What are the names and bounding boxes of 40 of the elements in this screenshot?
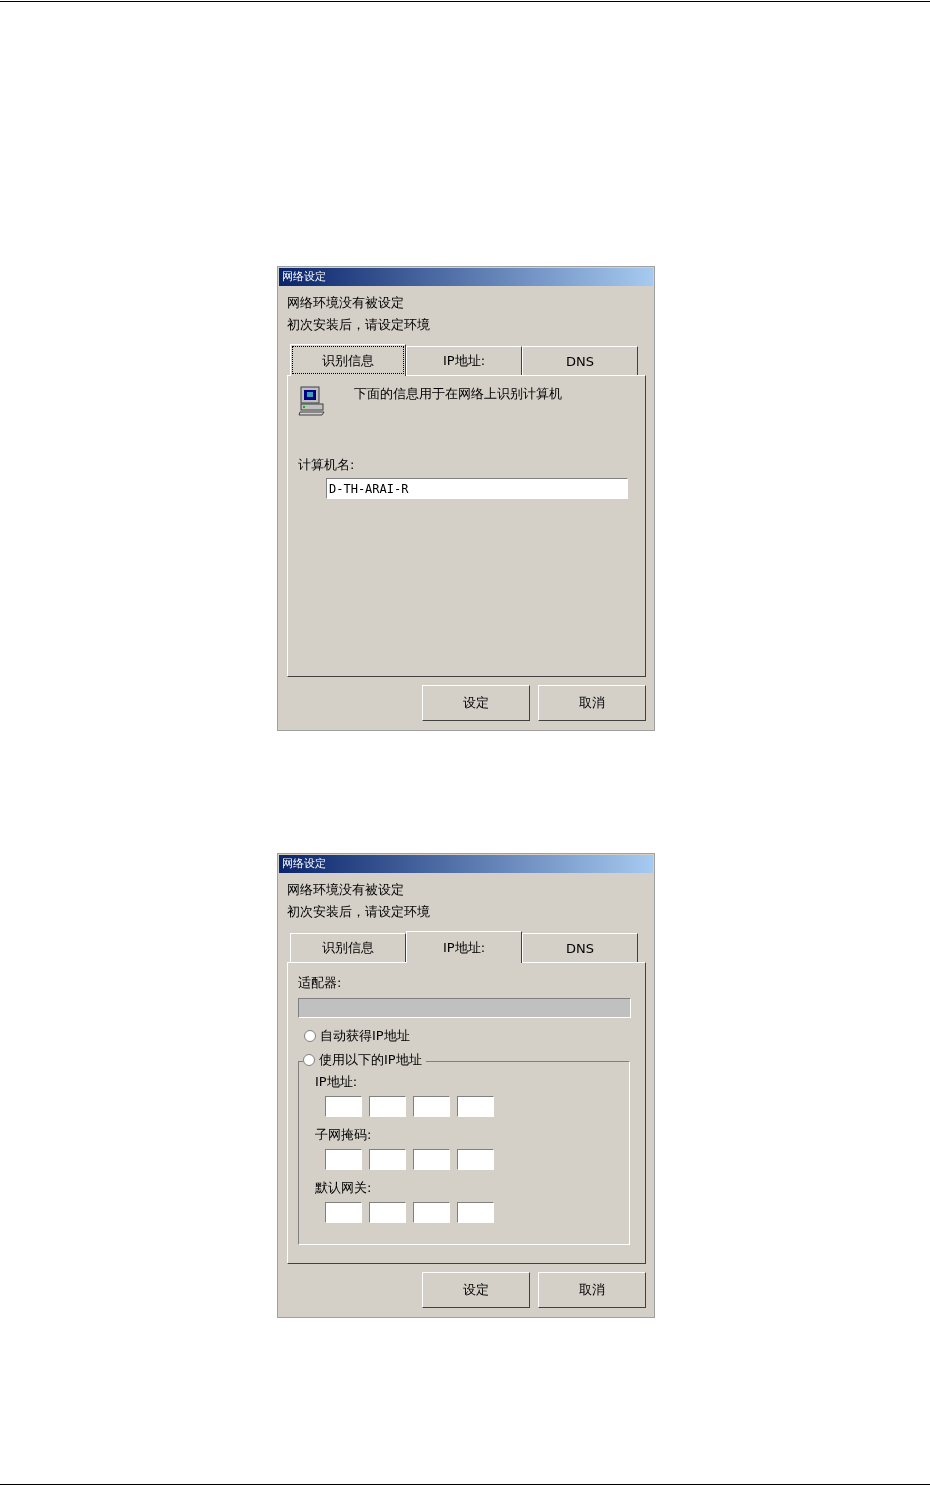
- field-label: 子网掩码:: [315, 1127, 373, 1143]
- radio-button[interactable]: [303, 1054, 315, 1066]
- octet-field[interactable]: [413, 1202, 450, 1223]
- message-text: 初次安装后，请设定环境: [287, 903, 431, 921]
- tab[interactable]: 识别信息: [290, 344, 406, 376]
- dialog-button[interactable]: 设定: [422, 1272, 530, 1308]
- computer-name-field[interactable]: D-TH-ARAI-R: [326, 478, 628, 499]
- window-title: 网络设定: [279, 268, 653, 286]
- octet-field[interactable]: [457, 1096, 494, 1117]
- octet-field[interactable]: [325, 1202, 362, 1223]
- description-text: 下面的信息用于在网络上识别计算机: [354, 385, 562, 403]
- octet-field[interactable]: [457, 1202, 494, 1223]
- dialog-button[interactable]: 设定: [422, 685, 530, 721]
- octet-field[interactable]: [369, 1096, 406, 1117]
- octet-field[interactable]: [413, 1096, 450, 1117]
- field-label: 计算机名:: [298, 456, 356, 474]
- message-text: 网络环境没有被设定: [287, 881, 405, 899]
- octet-field[interactable]: [457, 1149, 494, 1170]
- tab[interactable]: DNS: [522, 933, 638, 962]
- octet-field[interactable]: [325, 1096, 362, 1117]
- radio-label[interactable]: 自动获得IP地址: [320, 1027, 410, 1045]
- adapter-field[interactable]: [298, 998, 631, 1018]
- radio-button[interactable]: [304, 1030, 316, 1042]
- message-text: 初次安装后，请设定环境: [287, 316, 431, 334]
- computer-icon: [298, 386, 328, 416]
- tab[interactable]: 识别信息: [290, 933, 406, 962]
- window-title: 网络设定: [279, 855, 653, 873]
- octet-field[interactable]: [325, 1149, 362, 1170]
- field-label: IP地址:: [315, 1074, 359, 1090]
- dialog-button[interactable]: 取消: [538, 1272, 646, 1308]
- dialog-button[interactable]: 取消: [538, 685, 646, 721]
- message-text: 网络环境没有被设定: [287, 294, 405, 312]
- octet-field[interactable]: [413, 1149, 450, 1170]
- field-label: 适配器:: [298, 974, 343, 992]
- octet-field[interactable]: [369, 1202, 406, 1223]
- octet-field[interactable]: [369, 1149, 406, 1170]
- tab[interactable]: IP地址:: [406, 346, 522, 375]
- field-label: 默认网关:: [315, 1180, 373, 1196]
- tab[interactable]: DNS: [522, 346, 638, 375]
- tab[interactable]: IP地址:: [406, 931, 522, 963]
